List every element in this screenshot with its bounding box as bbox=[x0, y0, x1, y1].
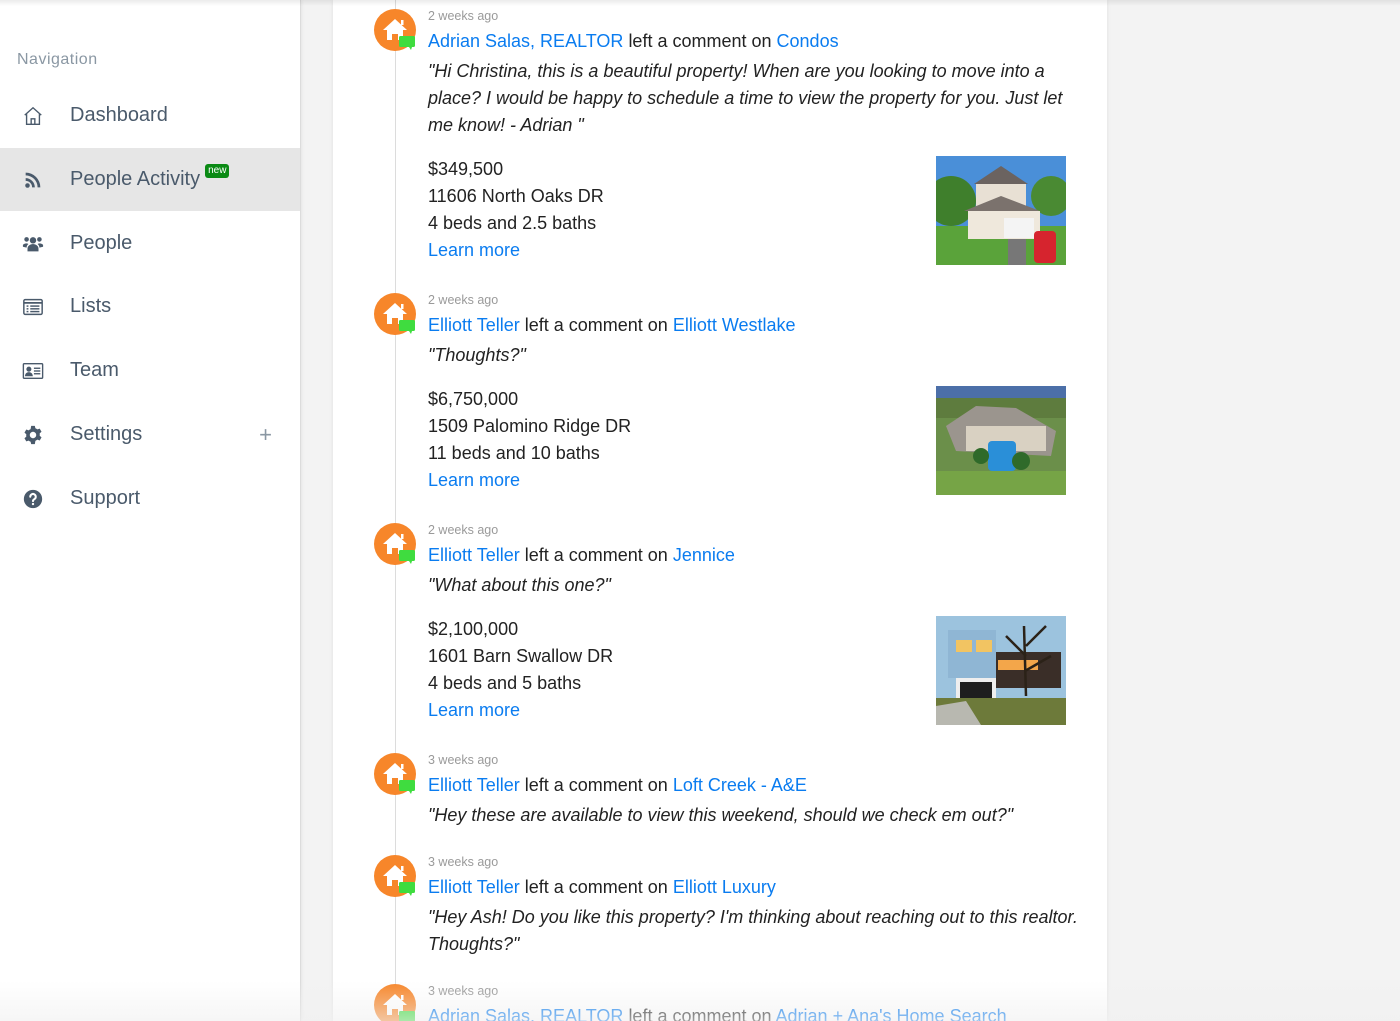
learn-more-link[interactable]: Learn more bbox=[428, 240, 520, 260]
sidebar-item-label: Lists bbox=[70, 295, 112, 317]
target-link[interactable]: Elliott Luxury bbox=[673, 877, 776, 897]
actor-link[interactable]: Adrian Salas, REALTOR bbox=[428, 1006, 623, 1021]
sidebar-item-label: People bbox=[70, 232, 133, 254]
sidebar-item-label: Support bbox=[70, 487, 141, 509]
timestamp: 3 weeks ago bbox=[428, 984, 499, 998]
home-outline-icon bbox=[21, 104, 45, 128]
house-comment-avatar-icon bbox=[374, 855, 416, 897]
learn-more-link[interactable]: Learn more bbox=[428, 470, 520, 490]
activity-headline: Elliott Teller left a comment on Elliott… bbox=[428, 877, 776, 898]
target-link[interactable]: Loft Creek - A&E bbox=[673, 775, 807, 795]
sidebar-item-people[interactable]: People bbox=[0, 212, 300, 275]
target-link[interactable]: Adrian + Ana's Home Search bbox=[776, 1006, 1007, 1021]
activity-headline: Adrian Salas, REALTOR left a comment on … bbox=[428, 1006, 1007, 1021]
comment-quote: "Thoughts?" bbox=[428, 345, 526, 365]
sidebar-item-settings[interactable]: Settings + bbox=[0, 403, 300, 466]
target-link[interactable]: Condos bbox=[777, 31, 839, 51]
sidebar-item-label-text: People Activity bbox=[70, 168, 201, 190]
sidebar-item-label: Team bbox=[70, 359, 119, 381]
question-circle-icon bbox=[21, 487, 45, 511]
sidebar-item-people-activity[interactable]: People Activity new bbox=[0, 148, 300, 211]
sidebar: Navigation Dashboard People Activity new … bbox=[0, 0, 301, 1021]
timestamp: 3 weeks ago bbox=[428, 753, 499, 767]
sidebar-item-dashboard[interactable]: Dashboard bbox=[0, 84, 300, 147]
gear-icon bbox=[21, 423, 45, 447]
actor-link[interactable]: Elliott Teller bbox=[428, 775, 520, 795]
action-text: left a comment on bbox=[524, 315, 668, 335]
rss-icon bbox=[21, 168, 45, 192]
actor-link[interactable]: Elliott Teller bbox=[428, 315, 520, 335]
house-comment-avatar-icon bbox=[374, 523, 416, 565]
house-comment-avatar-icon bbox=[374, 9, 416, 51]
sidebar-item-label: People Activity new bbox=[70, 164, 230, 191]
activity-headline: Elliott Teller left a comment on Elliott… bbox=[428, 315, 796, 336]
comment-quote: "Hey Ash! Do you like this property? I'm… bbox=[428, 907, 1078, 954]
new-badge: new bbox=[205, 164, 230, 178]
timestamp: 3 weeks ago bbox=[428, 855, 499, 869]
learn-more-link[interactable]: Learn more bbox=[428, 700, 520, 720]
actor-link[interactable]: Elliott Teller bbox=[428, 877, 520, 897]
comment-quote: "Hi Christina, this is a beautiful prope… bbox=[428, 61, 1063, 135]
listing-card: $349,500 11606 North Oaks DR 4 beds and … bbox=[428, 156, 1073, 265]
sidebar-item-team[interactable]: Team bbox=[0, 339, 300, 402]
list-icon bbox=[21, 295, 45, 319]
activity-feed: 2 weeks ago Adrian Salas, REALTOR left a… bbox=[333, 0, 1107, 1021]
listing-photo[interactable] bbox=[936, 156, 1066, 265]
actor-link[interactable]: Elliott Teller bbox=[428, 545, 520, 565]
action-text: left a comment on bbox=[628, 31, 772, 51]
activity-headline: Adrian Salas, REALTOR left a comment on … bbox=[428, 31, 839, 52]
listing-card: $2,100,000 1601 Barn Swallow DR 4 beds a… bbox=[428, 616, 1073, 725]
sidebar-item-label: Settings bbox=[70, 423, 143, 445]
listing-photo[interactable] bbox=[936, 616, 1066, 725]
action-text: left a comment on bbox=[628, 1006, 772, 1021]
users-icon bbox=[21, 232, 45, 256]
target-link[interactable]: Elliott Westlake bbox=[673, 315, 796, 335]
action-text: left a comment on bbox=[524, 877, 668, 897]
action-text: left a comment on bbox=[524, 545, 668, 565]
comment-quote: "Hey these are available to view this we… bbox=[428, 805, 1014, 825]
id-card-icon bbox=[21, 359, 45, 383]
target-link[interactable]: Jennice bbox=[673, 545, 735, 565]
listing-photo[interactable] bbox=[936, 386, 1066, 495]
activity-headline: Elliott Teller left a comment on Jennice bbox=[428, 545, 735, 566]
action-text: left a comment on bbox=[524, 775, 668, 795]
timestamp: 2 weeks ago bbox=[428, 9, 499, 23]
timestamp: 2 weeks ago bbox=[428, 523, 499, 537]
house-comment-avatar-icon bbox=[374, 984, 416, 1021]
sidebar-item-support[interactable]: Support bbox=[0, 467, 300, 530]
activity-headline: Elliott Teller left a comment on Loft Cr… bbox=[428, 775, 807, 796]
expand-settings-button[interactable]: + bbox=[259, 422, 272, 448]
actor-link[interactable]: Adrian Salas, REALTOR bbox=[428, 31, 623, 51]
house-comment-avatar-icon bbox=[374, 753, 416, 795]
listing-card: $6,750,000 1509 Palomino Ridge DR 11 bed… bbox=[428, 386, 1073, 495]
timestamp: 2 weeks ago bbox=[428, 293, 499, 307]
nav-heading: Navigation bbox=[17, 51, 98, 68]
comment-quote: "What about this one?" bbox=[428, 575, 611, 595]
sidebar-item-lists[interactable]: Lists bbox=[0, 275, 300, 338]
house-comment-avatar-icon bbox=[374, 293, 416, 335]
sidebar-item-label: Dashboard bbox=[70, 104, 168, 126]
